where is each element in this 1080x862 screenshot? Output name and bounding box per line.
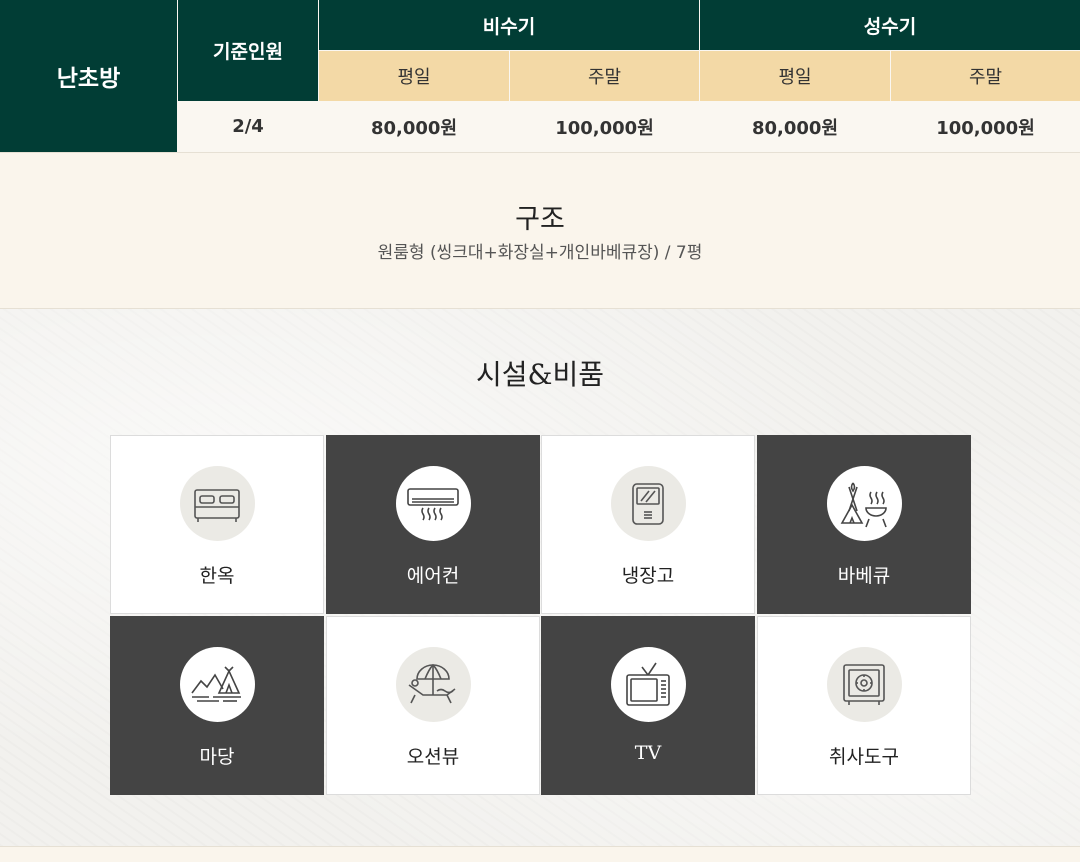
facility-tile-barbecue: 바베큐 <box>757 435 971 614</box>
bottom-strip <box>0 846 1080 862</box>
facility-label: 냉장고 <box>621 565 675 587</box>
off-weekend-price: 100,000원 <box>510 101 699 152</box>
facility-tile-tv: TV <box>541 616 755 795</box>
structure-description: 원룸형 (씽크대+화장실+개인바베큐장) / 7평 <box>377 243 703 263</box>
peak-weekend-header: 주말 <box>891 51 1080 101</box>
room-name: 난초방 <box>0 0 177 152</box>
peak-season-header: 성수기 <box>700 0 1080 50</box>
facility-label: 취사도구 <box>829 746 899 768</box>
structure-section: 구조 원룸형 (씽크대+화장실+개인바베큐장) / 7평 <box>0 152 1080 309</box>
safe-icon <box>826 647 902 722</box>
facility-label: TV <box>634 742 662 764</box>
facility-tile-hanok: 한옥 <box>110 435 324 614</box>
price-table: 난초방 기준인원 비수기 성수기 평일 주말 평일 주말 2/4 80,000원… <box>0 0 1080 153</box>
facility-label: 마당 <box>199 746 235 768</box>
structure-title: 구조 <box>515 204 565 235</box>
peak-weekday-price: 80,000원 <box>700 101 890 152</box>
facilities-grid: 한옥 에어컨 냉장고 바베큐 마당 오션뷰 TV 취사도구 <box>110 435 971 796</box>
air-conditioner-icon <box>395 466 471 541</box>
facilities-title: 시설&비품 <box>476 358 604 391</box>
peak-weekday-header: 평일 <box>700 51 890 101</box>
facility-tile-cookware: 취사도구 <box>757 616 971 795</box>
facilities-section: 시설&비품 한옥 에어컨 냉장고 바베큐 마당 오션뷰 TV 취사도구 <box>0 309 1080 846</box>
off-season-header: 비수기 <box>319 0 699 50</box>
ocean-view-icon <box>395 647 471 722</box>
facility-label: 한옥 <box>199 565 235 587</box>
off-weekend-header: 주말 <box>510 51 699 101</box>
off-weekday-header: 평일 <box>319 51 509 101</box>
tv-icon <box>610 647 686 722</box>
facility-tile-ocean-view: 오션뷰 <box>326 616 540 795</box>
bed-icon <box>179 466 255 541</box>
occupancy-value: 2/4 <box>178 101 318 152</box>
refrigerator-icon <box>610 466 686 541</box>
yard-icon <box>179 647 255 722</box>
facility-label: 바베큐 <box>837 565 891 587</box>
peak-weekend-price: 100,000원 <box>891 101 1080 152</box>
facility-tile-aircon: 에어컨 <box>326 435 540 614</box>
facility-tile-refrigerator: 냉장고 <box>541 435 755 614</box>
off-weekday-price: 80,000원 <box>319 101 509 152</box>
barbecue-icon <box>826 466 902 541</box>
standard-occupancy-header: 기준인원 <box>178 0 318 101</box>
facility-tile-yard: 마당 <box>110 616 324 795</box>
facility-label: 에어컨 <box>406 565 460 587</box>
facility-label: 오션뷰 <box>406 746 460 768</box>
